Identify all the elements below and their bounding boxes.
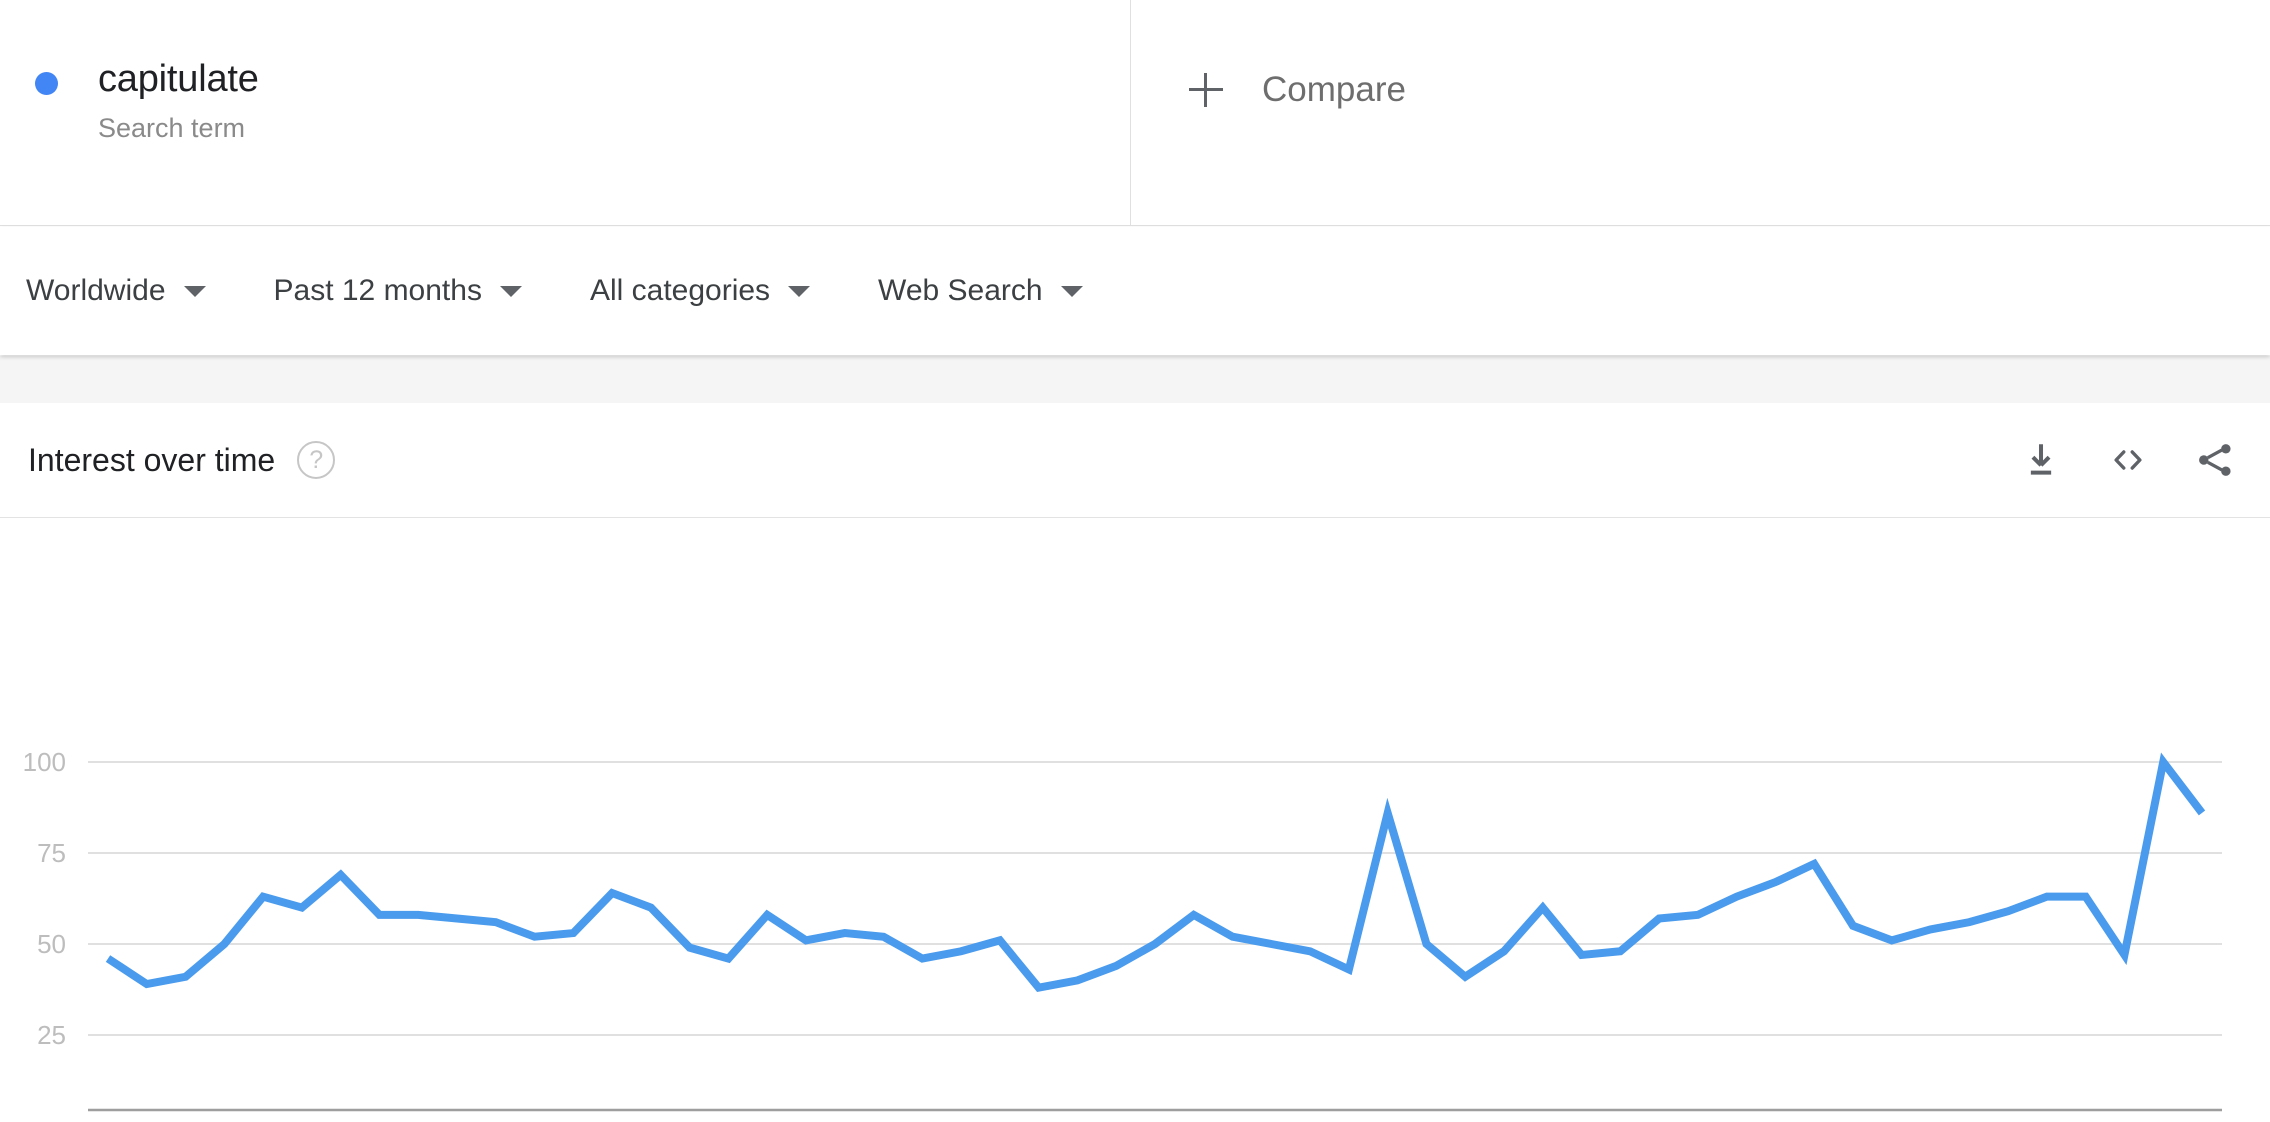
- help-icon[interactable]: ?: [297, 441, 336, 479]
- y-axis-tick-label: 50: [37, 929, 66, 959]
- embed-icon[interactable]: [2107, 439, 2149, 481]
- filter-location-label: Worldwide: [26, 274, 166, 307]
- search-term-name: capitulate: [98, 58, 259, 100]
- filter-search-type-label: Web Search: [878, 274, 1043, 307]
- y-axis-tick-label: 25: [37, 1020, 66, 1050]
- section-spacer: [0, 356, 2270, 403]
- trend-line-series: [105, 752, 2206, 993]
- share-icon[interactable]: [2194, 439, 2236, 481]
- compare-cell: Compare: [1131, 0, 2270, 226]
- filter-category-label: All categories: [589, 274, 771, 307]
- filter-bar: Worldwide Past 12 months All categories …: [0, 227, 2270, 355]
- series-color-dot: [35, 72, 58, 95]
- filter-location[interactable]: Worldwide: [26, 274, 206, 308]
- compare-label: Compare: [1262, 70, 1406, 109]
- chevron-down-icon: [1060, 285, 1083, 297]
- search-term-card[interactable]: capitulate Search term: [0, 0, 1131, 226]
- interest-over-time-chart[interactable]: 100755025Dec 17, 2017Apr 8, 2018Jul 29, …: [0, 518, 2270, 1118]
- y-axis-tick-label: 100: [23, 747, 66, 777]
- chevron-down-icon: [183, 285, 206, 297]
- search-term-type: Search term: [98, 113, 246, 143]
- google-trends-page: capitulate Search term Compare Worldwide…: [0, 0, 2270, 1122]
- y-axis-tick-label: 75: [37, 838, 66, 868]
- compare-button[interactable]: Compare: [1189, 70, 1406, 110]
- filter-category[interactable]: All categories: [589, 274, 811, 308]
- search-term-row: capitulate Search term: [28, 56, 1130, 144]
- search-term-bar: capitulate Search term Compare: [0, 0, 2270, 226]
- interest-over-time-card: Interest over time ? 100 75 50 25: [0, 403, 2270, 1122]
- filter-search-type[interactable]: Web Search: [878, 274, 1083, 308]
- search-term-texts: capitulate Search term: [98, 56, 259, 144]
- filter-time-range[interactable]: Past 12 months: [274, 274, 522, 308]
- filter-time-range-label: Past 12 months: [273, 274, 482, 307]
- card-actions: [2020, 439, 2236, 481]
- chevron-down-icon: [788, 285, 811, 297]
- chevron-down-icon: [499, 285, 522, 297]
- download-icon[interactable]: [2020, 439, 2062, 481]
- card-header: Interest over time ?: [0, 403, 2270, 518]
- plus-icon: [1189, 73, 1223, 107]
- card-title: Interest over time: [28, 441, 276, 478]
- trend-line-chart: 100755025Dec 17, 2017Apr 8, 2018Jul 29, …: [23, 747, 2222, 1112]
